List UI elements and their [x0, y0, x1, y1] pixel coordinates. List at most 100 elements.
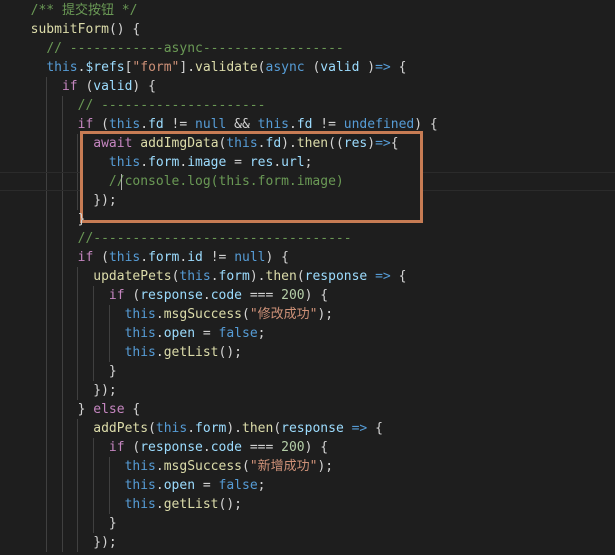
code-token: response [281, 420, 344, 436]
code-token: . [187, 420, 196, 436]
code-line[interactable]: } [15, 210, 615, 229]
code-token: valid [93, 78, 133, 94]
code-line[interactable]: //--------------------------------- [15, 229, 615, 248]
code-token: form [148, 154, 180, 170]
code-token: this [124, 496, 156, 512]
code-token: "修改成功" [249, 306, 318, 322]
code-token: => [375, 59, 391, 75]
code-line[interactable]: }); [15, 533, 615, 552]
code-line[interactable]: // ------------async------------------ [15, 39, 615, 58]
code-token: response [304, 268, 368, 284]
code-token: this [108, 249, 141, 265]
code-line[interactable]: if (valid) { [15, 77, 615, 96]
code-token: this [124, 306, 156, 322]
code-line[interactable]: if (response.code === 200) { [15, 286, 615, 305]
code-token: if [108, 439, 125, 455]
code-line[interactable]: this.msgSuccess("新增成功"); [15, 457, 615, 476]
code-token: // ------------async------------------ [46, 40, 344, 56]
code-token: { [390, 135, 399, 151]
code-token: res [249, 154, 274, 170]
code-token: /** 提交按钮 */ [30, 2, 138, 18]
code-token: response [140, 439, 203, 455]
code-token: { [390, 59, 407, 75]
code-line[interactable]: if (response.code === 200) { [15, 438, 615, 457]
code-line[interactable]: }); [15, 381, 615, 400]
code-token: if [77, 116, 94, 132]
code-token: null [195, 116, 227, 132]
code-token: ( [93, 249, 109, 265]
code-token: 200 [281, 439, 305, 455]
code-token: ( [257, 59, 266, 75]
code-token: submitForm [30, 21, 109, 37]
code-line[interactable]: } [15, 362, 615, 381]
code-token: this [108, 154, 141, 170]
code-token: msgSuccess [163, 458, 242, 474]
code-token: ]. [179, 59, 196, 75]
code-line[interactable]: //console.log(this.form.image) [15, 172, 615, 191]
code-line[interactable]: if (this.form.id != null) { [15, 248, 615, 267]
code-token: . [210, 268, 219, 284]
code-token: ( [93, 116, 109, 132]
code-line[interactable]: this.open = false; [15, 476, 615, 495]
code-token: ( [242, 458, 250, 474]
code-token: addImgData [140, 135, 219, 151]
code-line[interactable]: this.getList(); [15, 495, 615, 514]
code-line[interactable]: // --------------------- [15, 96, 615, 115]
code-line[interactable]: /** 提交按钮 */ [15, 1, 615, 20]
code-token: ) { [132, 78, 156, 94]
code-token: ( [304, 59, 321, 75]
code-token: code [210, 439, 242, 455]
code-token: async [265, 59, 305, 75]
code-token: { [390, 268, 407, 284]
code-token: null [234, 249, 266, 265]
code-line[interactable]: addPets(this.form).then(response => { [15, 419, 615, 438]
code-token: != [202, 249, 235, 265]
code-token: this [257, 116, 289, 132]
code-token: form [195, 420, 227, 436]
code-line[interactable]: this.msgSuccess("修改成功"); [15, 305, 615, 324]
code-token: { [367, 420, 383, 436]
code-line[interactable]: this.form.image = res.url; [15, 153, 615, 172]
code-token: . [155, 477, 164, 493]
code-token: ) [367, 135, 376, 151]
code-token: . [155, 344, 164, 360]
code-token: } [77, 211, 86, 227]
code-line[interactable]: submitForm() { [15, 20, 615, 39]
code-token: await [93, 135, 133, 151]
code-token: ; [257, 325, 266, 341]
code-token: (( [328, 135, 344, 151]
code-token: ( [273, 420, 282, 436]
code-token: fd [296, 116, 313, 132]
code-line[interactable]: } else { [15, 400, 615, 419]
code-token: fd [148, 116, 164, 132]
code-line[interactable]: this.$refs["form"].validate(async (valid… [15, 58, 615, 77]
code-token: ). [249, 268, 266, 284]
code-token: } [77, 401, 94, 417]
code-editor[interactable]: /** 提交按钮 */ submitForm() { // ----------… [0, 0, 615, 555]
code-line[interactable]: } [15, 514, 615, 533]
code-token: this [124, 477, 156, 493]
code-token: ) { [414, 116, 438, 132]
code-token: } [108, 515, 117, 531]
code-line[interactable]: }); [15, 191, 615, 210]
code-token: msgSuccess [163, 306, 242, 322]
code-token: = [195, 325, 219, 341]
code-token: "新增成功" [249, 458, 318, 474]
code-line[interactable]: updatePets(this.form).then(response => { [15, 267, 615, 286]
code-token: && [226, 116, 258, 132]
code-token: then [265, 268, 297, 284]
code-token: undefined [343, 116, 415, 132]
code-token: form [218, 268, 250, 284]
code-token: = [226, 154, 250, 170]
code-token: = [195, 477, 219, 493]
code-token: ). [281, 135, 297, 151]
code-line[interactable]: await addImgData(this.fd).then((res)=>{ [15, 134, 615, 153]
code-line[interactable]: if (this.fd != null && this.fd != undefi… [15, 115, 615, 134]
code-line[interactable]: this.getList(); [15, 343, 615, 362]
code-token: ( [148, 420, 156, 436]
code-line[interactable]: this.open = false; [15, 324, 615, 343]
code-token: ( [124, 287, 141, 303]
code-token: code [210, 287, 242, 303]
